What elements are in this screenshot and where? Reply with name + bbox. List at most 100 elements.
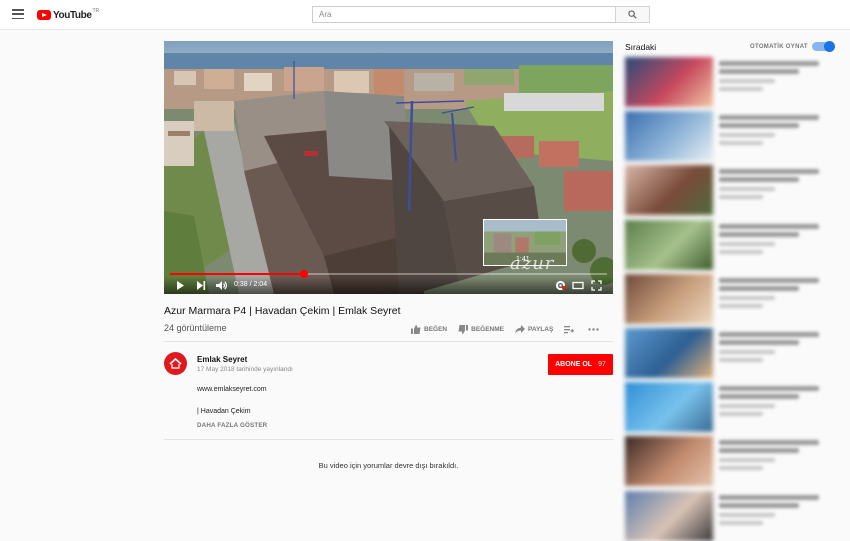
- logo-text: YouTube: [53, 9, 92, 21]
- like-label: BEĞEN: [424, 325, 448, 333]
- progress-played: [170, 273, 304, 275]
- recommendation-title: [719, 61, 819, 66]
- share-label: PAYLAŞ: [528, 325, 554, 333]
- recommendation-item[interactable]: [625, 328, 835, 378]
- recommendation-meta: [719, 187, 775, 191]
- description-divider: [164, 439, 613, 440]
- recommendation-thumbnail[interactable]: [625, 436, 713, 486]
- recommendation-item[interactable]: [625, 382, 835, 432]
- player-controls: 0:38 / 2:04: [164, 277, 613, 294]
- theater-mode-icon[interactable]: [572, 280, 584, 291]
- youtube-logo[interactable]: YouTube TR: [37, 8, 99, 22]
- video-player[interactable]: 1:41 azur 0:38 / 2:04: [164, 41, 613, 294]
- recommendation-thumbnail[interactable]: [625, 220, 713, 270]
- more-actions-button[interactable]: [588, 325, 602, 334]
- recommendation-meta: [719, 87, 763, 91]
- recommendation-title: [719, 440, 819, 445]
- recommendation-meta: [719, 296, 775, 300]
- recommendation-title: [719, 69, 799, 74]
- recommendation-meta: [719, 458, 775, 462]
- video-watermark: azur: [510, 253, 555, 274]
- recommendation-title: [719, 332, 819, 337]
- recommendation-title: [719, 224, 819, 229]
- recommendation-thumbnail[interactable]: [625, 382, 713, 432]
- recommendation-thumbnail[interactable]: [625, 328, 713, 378]
- recommendation-thumbnail[interactable]: [625, 274, 713, 324]
- subscribe-label: ABONE OL: [555, 361, 593, 368]
- recommendation-title: [719, 394, 799, 399]
- recommendation-meta: [719, 404, 775, 408]
- video-actions: BEĞEN BEĞENME PAYLAŞ: [411, 322, 613, 336]
- like-button[interactable]: BEĞEN: [411, 324, 448, 334]
- recommendation-item[interactable]: [625, 436, 835, 486]
- video-title: Azur Marmara P4 | Havadan Çekim | Emlak …: [164, 305, 401, 317]
- dislike-button[interactable]: BEĞENME: [458, 324, 504, 334]
- channel-avatar[interactable]: [164, 352, 187, 375]
- view-count: 24 görüntüleme: [164, 323, 227, 333]
- youtube-play-icon: [37, 10, 51, 20]
- recommendation-title: [719, 169, 819, 174]
- share-button[interactable]: PAYLAŞ: [515, 324, 554, 334]
- playlist-add-icon: [564, 325, 575, 333]
- fullscreen-icon[interactable]: [591, 280, 602, 291]
- hamburger-menu-icon[interactable]: [12, 9, 24, 20]
- play-icon[interactable]: [176, 280, 185, 291]
- recommendation-thumbnail[interactable]: [625, 165, 713, 215]
- publish-date: 17 May 2018 tarihinde yayınlandı: [197, 366, 293, 373]
- recommendation-meta: [719, 358, 763, 362]
- share-icon: [515, 324, 525, 333]
- recommendation-title: [719, 386, 819, 391]
- dislike-label: BEĞENME: [471, 325, 504, 333]
- show-more-button[interactable]: DAHA FAZLA GÖSTER: [197, 422, 267, 429]
- recommendation-thumbnail[interactable]: [625, 57, 713, 107]
- autoplay-toggle[interactable]: [812, 41, 835, 52]
- recommendation-item[interactable]: [625, 111, 835, 161]
- recommendation-title: [719, 495, 819, 500]
- recommendation-title: [719, 286, 799, 291]
- info-divider: [164, 341, 613, 342]
- subscribe-button[interactable]: ABONE OL 97: [548, 354, 613, 375]
- search-icon: [628, 10, 637, 19]
- recommendation-meta: [719, 195, 763, 199]
- subscriber-count: 97: [598, 361, 606, 368]
- recommendation-item[interactable]: [625, 220, 835, 270]
- recommendation-meta: [719, 412, 763, 416]
- recommendation-item[interactable]: [625, 491, 835, 541]
- recommendation-title: [719, 115, 819, 120]
- channel-name[interactable]: Emlak Seyret: [197, 355, 247, 364]
- emlak-seyret-logo-icon: [169, 357, 182, 369]
- settings-icon[interactable]: [555, 280, 566, 291]
- recommendation-thumbnail[interactable]: [625, 111, 713, 161]
- recommendation-item[interactable]: [625, 165, 835, 215]
- save-to-playlist-button[interactable]: [564, 325, 577, 334]
- recommendation-meta: [719, 250, 763, 254]
- autoplay-label: OTOMATİK OYNAT: [750, 44, 808, 50]
- up-next-heading: Sıradaki: [625, 42, 657, 52]
- recommendation-title: [719, 503, 799, 508]
- logo-country: TR: [92, 8, 100, 14]
- description-website[interactable]: www.emlakseyret.com: [197, 386, 267, 393]
- recommendation-meta: [719, 521, 763, 525]
- recommendation-meta: [719, 350, 775, 354]
- recommendation-thumbnail[interactable]: [625, 491, 713, 541]
- search-button[interactable]: [615, 6, 650, 23]
- recommendation-title: [719, 123, 799, 128]
- thumbs-down-icon: [458, 324, 469, 334]
- comments-disabled-message: Bu video için yorumlar devre dışı bırakı…: [318, 461, 459, 470]
- search-input[interactable]: Ara: [312, 6, 616, 23]
- masthead: YouTube TR Ara: [0, 0, 850, 30]
- progress-bar[interactable]: [170, 270, 607, 278]
- recommendation-title: [719, 340, 799, 345]
- recommendation-meta: [719, 133, 775, 137]
- recommendation-meta: [719, 141, 763, 145]
- toggle-knob: [824, 41, 835, 52]
- recommendation-item[interactable]: [625, 274, 835, 324]
- next-icon[interactable]: [196, 280, 206, 291]
- recommendation-meta: [719, 466, 763, 470]
- recommendation-item[interactable]: [625, 57, 835, 107]
- recommendation-title: [719, 278, 819, 283]
- recommendation-meta: [719, 304, 763, 308]
- thumbs-up-icon: [411, 324, 421, 334]
- volume-icon[interactable]: [215, 280, 228, 291]
- recommendation-meta: [719, 79, 775, 83]
